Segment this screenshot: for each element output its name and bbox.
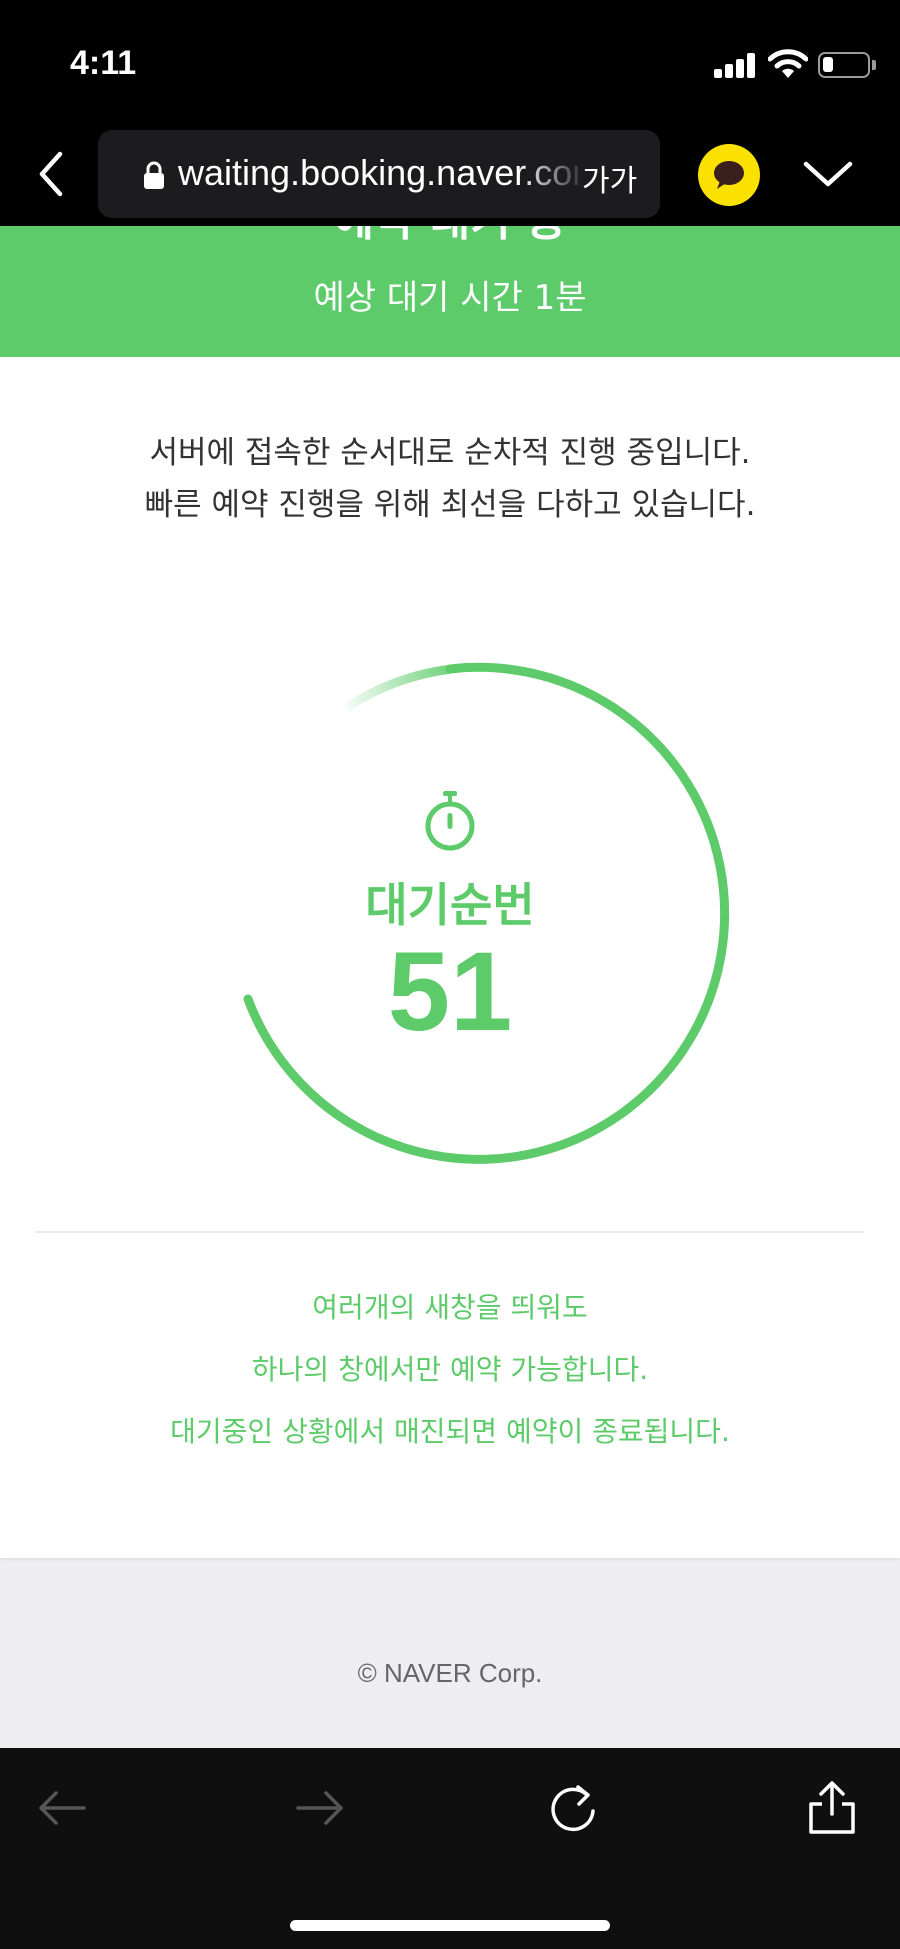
kakao-talk-icon: [714, 161, 744, 189]
queue-number: 51: [387, 929, 513, 1054]
status-time: 4:11: [70, 44, 137, 82]
intro-line: 빠른 예약 진행을 위해 최선을 다하고 있습니다.: [144, 487, 756, 523]
notice-line: 여러개의 새창을 띄워도: [312, 1291, 588, 1324]
notice-line: 대기중인 상황에서 매진되면 예약이 종료됩니다.: [170, 1415, 730, 1448]
footer-copyright: © NAVER Corp.: [357, 1658, 543, 1688]
arrow-right-icon[interactable]: [290, 1778, 350, 1838]
stopwatch-icon: [425, 791, 475, 851]
status-header: 예약 대기 중 예상 대기 시간 1분: [0, 226, 900, 357]
reload-icon[interactable]: [544, 1778, 604, 1838]
kakao-talk-button[interactable]: [698, 144, 760, 206]
url-fade: [518, 130, 588, 218]
notice-text: 여러개의 새창을 띄워도 하나의 창에서만 예약 가능합니다. 대기중인 상황에…: [0, 1277, 900, 1463]
address-bar[interactable]: waiting.booking.naver.com 가가: [98, 130, 660, 218]
cellular-signal-icon: [714, 52, 756, 78]
intro-text: 서버에 접속한 순서대로 순차적 진행 중입니다. 빠른 예약 진행을 위해 최…: [0, 427, 900, 531]
notice-line: 하나의 창에서만 예약 가능합니다.: [251, 1353, 649, 1386]
divider: [36, 1231, 864, 1233]
web-content: 예약 대기 중 예상 대기 시간 1분 서버에 접속한 순서대로 순차적 진행 …: [0, 226, 900, 1748]
intro-line: 서버에 접속한 순서대로 순차적 진행 중입니다.: [149, 435, 751, 471]
queue-label: 대기순번: [365, 878, 535, 932]
expected-wait-time: 예상 대기 시간 1분: [313, 278, 587, 318]
arrow-left-icon[interactable]: [32, 1778, 92, 1838]
back-chevron-icon[interactable]: [30, 146, 76, 202]
page-title: 예약 대기 중: [0, 226, 900, 248]
status-bar: 4:11: [0, 0, 900, 126]
browser-toolbar: waiting.booking.naver.com 가가: [0, 126, 900, 226]
home-indicator: [290, 1920, 610, 1931]
lock-icon: [144, 161, 164, 189]
battery-cap: [872, 60, 876, 70]
chevron-down-icon[interactable]: [802, 154, 854, 194]
browser-bottom-toolbar: [0, 1748, 900, 1949]
text-size-button[interactable]: 가가: [582, 156, 637, 200]
wifi-icon: [768, 49, 808, 78]
battery-icon: [818, 52, 870, 78]
waiting-card: 서버에 접속한 순서대로 순차적 진행 중입니다. 빠른 예약 진행을 위해 최…: [0, 357, 900, 1558]
share-icon[interactable]: [802, 1778, 862, 1838]
